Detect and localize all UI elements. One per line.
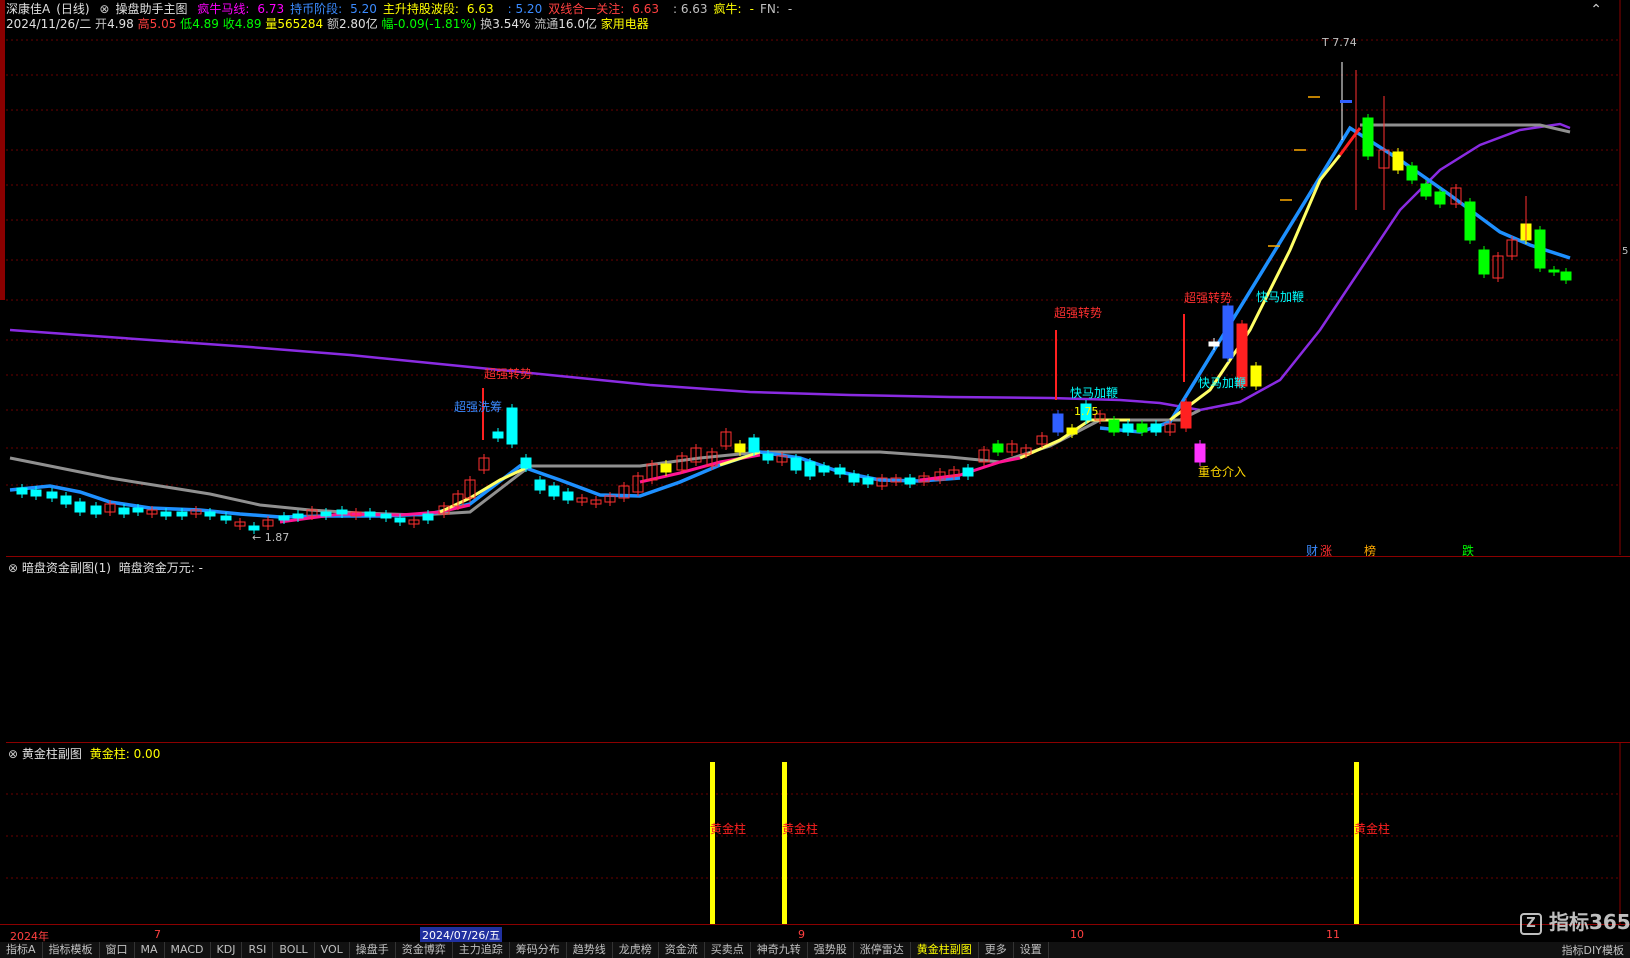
date-label-2[interactable]: 2024/07/26/五 (420, 927, 503, 943)
tab-18[interactable]: 强势股 (808, 942, 854, 958)
signal-cq-3: 超强转势 (1054, 306, 1103, 320)
gold-bar-label-1: 黄金柱 (710, 822, 747, 836)
signal-zc: 重仓介入 (1198, 465, 1247, 479)
low-price-label: ← 1.87 (252, 531, 290, 544)
tab-2[interactable]: 窗口 (100, 942, 135, 958)
tab-0[interactable]: 指标A (0, 942, 43, 958)
ma-grey-line-top (1360, 123, 1571, 134)
tab-6[interactable]: RSI (242, 942, 274, 958)
tab-13[interactable]: 趋势线 (567, 942, 613, 958)
logo-text: 指标365 (1548, 910, 1630, 934)
signal-cq-1: 超强转势 (484, 367, 533, 381)
tab-4[interactable]: MACD (165, 942, 211, 958)
signal-cq-4: 超强转势 (1184, 291, 1233, 305)
date-label-1: 7 (154, 928, 161, 941)
signal-km-1: 快马加鞭 (1070, 386, 1119, 400)
logo: Z 指标365 (1520, 906, 1630, 935)
right-axis-label: 5 (1622, 246, 1629, 257)
main-chart[interactable] (0, 0, 1630, 560)
tab-22[interactable]: 设置 (1014, 942, 1049, 958)
gold-bar-label-2: 黄金柱 (782, 822, 819, 836)
gold-bar-2 (782, 762, 787, 924)
signal-km-2: 快马加鞭 (1198, 376, 1247, 390)
logo-icon: Z (1520, 912, 1542, 935)
mid-price-label: 1.75 (1074, 405, 1099, 418)
ma-purple-line (9, 122, 1571, 412)
tab-1[interactable]: 指标模板 (43, 942, 100, 958)
tab-bar: 指标A 指标模板 窗口 MA MACD KDJ RSI BOLL VOL 操盘手 资金博弈 主力追踪筹… (0, 942, 1630, 958)
tab-14[interactable]: 龙虎榜 (613, 942, 659, 958)
date-label-3: 9 (798, 928, 805, 941)
panel2-title[interactable]: 暗盘资金副图(1) (22, 561, 111, 575)
tab-21[interactable]: 更多 (979, 942, 1014, 958)
signal-km-3: 快马加鞭 (1256, 290, 1305, 304)
tab-11[interactable]: 主力追踪 (453, 942, 510, 958)
tab-12[interactable]: 筹码分布 (510, 942, 567, 958)
gold-bar-label-3: 黄金柱 (1354, 822, 1391, 836)
tab-16[interactable]: 买卖点 (705, 942, 751, 958)
bottom-right-label[interactable]: 指标DIY模板 (1555, 942, 1624, 958)
tab-20[interactable]: 黄金柱副图 (911, 942, 979, 958)
ma-blue-line-right (1099, 125, 1571, 434)
tab-15[interactable]: 资金流 (659, 942, 705, 958)
gold-bar-1 (710, 762, 715, 924)
tab-3[interactable]: MA (135, 942, 165, 958)
tab-19[interactable]: 涨停雷达 (854, 942, 911, 958)
high-price-label: T 7.74 (1322, 36, 1357, 49)
panel2-value: - (198, 561, 203, 575)
panel-dark-money[interactable]: ⊗ 暗盘资金副图(1) 暗盘资金万元: - (6, 556, 1630, 742)
tab-7[interactable]: BOLL (273, 942, 315, 958)
tab-10[interactable]: 资金博弈 (396, 942, 453, 958)
candle-peak (1340, 100, 1352, 103)
panel2-close-icon[interactable]: ⊗ (8, 561, 18, 575)
tab-8[interactable]: VOL (315, 942, 350, 958)
date-axis: 2024年 7 2024/07/26/五 9 10 11 (0, 924, 1630, 943)
gold-bar-3 (1354, 762, 1359, 924)
panel2-header: ⊗ 暗盘资金副图(1) 暗盘资金万元: - (8, 559, 203, 576)
date-label-5: 11 (1326, 928, 1340, 941)
date-label-4: 10 (1070, 928, 1084, 941)
tab-5[interactable]: KDJ (211, 942, 243, 958)
panel2-label: 暗盘资金万元: (118, 561, 195, 575)
signal-cq-2: 超强洗筹 (454, 400, 503, 414)
tab-9[interactable]: 操盘手 (350, 942, 396, 958)
tab-17[interactable]: 神奇九转 (751, 942, 808, 958)
